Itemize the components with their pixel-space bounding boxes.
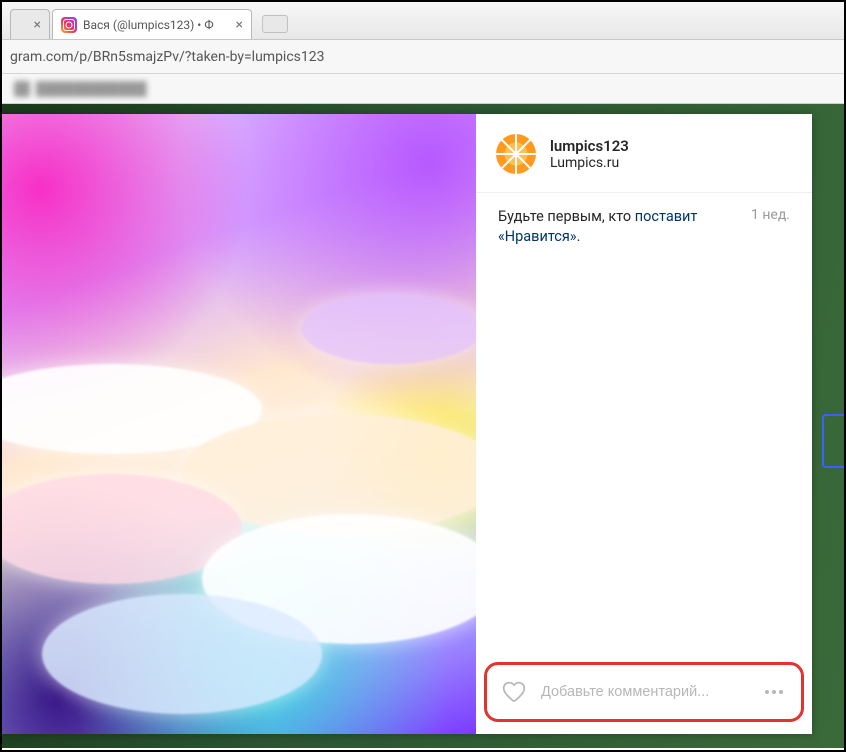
url-text: gram.com/p/BRn5smajzPv/?taken-by=lumpics…	[10, 49, 325, 65]
new-tab-button[interactable]	[262, 15, 288, 33]
tab-title: Вася (@lumpics123) • Ф	[83, 18, 230, 32]
comment-bar-highlight	[484, 662, 804, 722]
likes-prefix: Будьте первым, кто	[498, 208, 635, 225]
next-arrow-hint[interactable]	[822, 414, 844, 468]
blurred-bookmark: ████████████	[14, 81, 147, 97]
like-heart-icon[interactable]	[501, 679, 527, 705]
address-bar[interactable]: gram.com/p/BRn5smajzPv/?taken-by=lumpics…	[2, 40, 844, 74]
more-options-button[interactable]	[761, 686, 787, 698]
instagram-favicon-icon	[61, 17, 77, 33]
post-time: 1 нед.	[751, 207, 790, 223]
user-avatar[interactable]	[496, 134, 536, 174]
bookmarks-bar: ████████████	[2, 74, 844, 104]
username-link[interactable]: lumpics123	[550, 137, 629, 155]
likes-suffix: .	[577, 228, 581, 245]
comment-input[interactable]	[541, 684, 747, 700]
close-icon[interactable]: ×	[34, 17, 41, 33]
page-viewport: lumpics123 Lumpics.ru Будьте первым, кто…	[2, 104, 844, 748]
post-photo[interactable]	[2, 114, 476, 734]
post-modal: lumpics123 Lumpics.ru Будьте первым, кто…	[2, 114, 812, 734]
likes-row: Будьте первым, кто поставит «Нравится». …	[476, 193, 812, 260]
browser-tab-inactive[interactable]: ×	[10, 9, 50, 39]
post-sidebar: lumpics123 Lumpics.ru Будьте первым, кто…	[476, 114, 812, 734]
post-header: lumpics123 Lumpics.ru	[476, 114, 812, 193]
close-icon[interactable]: ×	[236, 17, 243, 33]
browser-tab-strip: × Вася (@lumpics123) • Ф ×	[2, 2, 844, 40]
browser-tab-active[interactable]: Вася (@lumpics123) • Ф ×	[52, 9, 252, 39]
user-subtitle: Lumpics.ru	[550, 155, 629, 171]
